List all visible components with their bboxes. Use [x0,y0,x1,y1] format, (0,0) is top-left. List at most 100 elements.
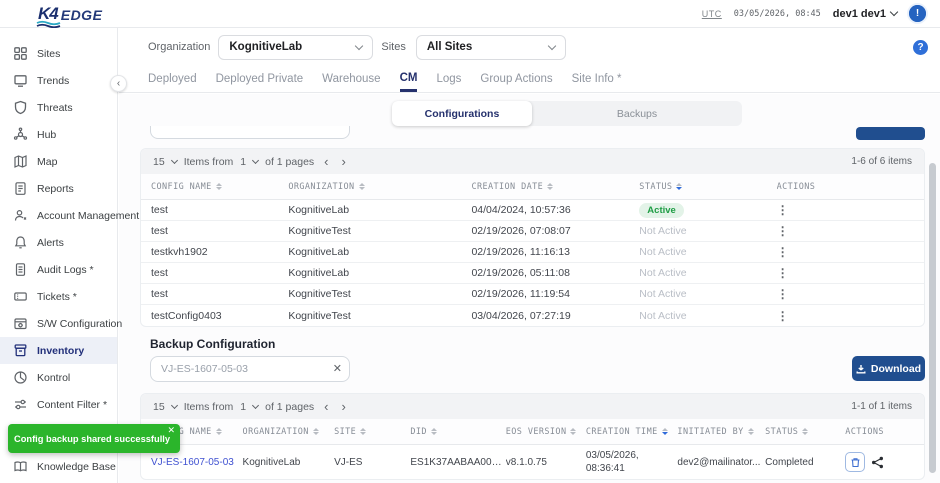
row-actions-menu-icon[interactable]: ⋮ [777,224,789,238]
organization-select[interactable]: KognitiveLab [218,35,373,60]
column-header-status[interactable]: STATUS [639,182,776,192]
cell-status: Not Active [639,246,776,258]
column-header-organization[interactable]: ORGANIZATION [243,427,335,437]
sidebar-item-trends[interactable]: Trends [0,67,117,94]
backup-search: ✕ [150,356,350,382]
vertical-scrollbar[interactable] [929,163,936,473]
chevron-down-icon[interactable] [252,157,259,164]
page-number-value[interactable]: 1 [240,156,246,168]
items-from-label: Items from [184,401,234,413]
sidebar-item-knowledge-base[interactable]: Knowledge Base [0,453,117,480]
tab-group-actions[interactable]: Group Actions [480,66,552,92]
next-page-button[interactable]: › [339,400,349,413]
column-header-creation-time[interactable]: CREATION TIME [586,427,678,437]
sidebar-item-sites[interactable]: Sites [0,40,117,67]
cell-config-name: testkvh1902 [151,246,288,258]
sidebar-item-kontrol[interactable]: Kontrol [0,364,117,391]
column-header-organization[interactable]: ORGANIZATION [288,182,471,192]
share-icon[interactable] [871,456,884,469]
tab-deployed-private[interactable]: Deployed Private [216,66,304,92]
sites-value: All Sites [427,41,472,53]
app-window: K4 EDGE UTC 03/05/2026, 08:45 dev1 dev1 … [0,0,940,483]
column-header-site[interactable]: SITE [334,427,410,437]
column-header-initiated-by[interactable]: INITIATED BY [677,427,765,437]
table-row[interactable]: testkvh1902 KognitiveLab 02/19/2026, 11:… [141,242,924,263]
download-button[interactable]: Download [852,356,925,381]
row-actions-menu-icon[interactable]: ⋮ [777,309,789,323]
row-actions-menu-icon[interactable]: ⋮ [777,287,789,301]
page-size-value[interactable]: 15 [153,156,165,168]
sidebar-item-hub[interactable]: Hub [0,121,117,148]
cell-status: Not Active [639,288,776,300]
backup-search-input[interactable] [150,356,350,382]
column-header-eos-version[interactable]: EOS VERSION [506,427,586,437]
cell-creation-date: 02/19/2026, 11:16:13 [471,246,639,258]
page-size-value[interactable]: 15 [153,401,165,413]
sidebar-item-content-filter[interactable]: Content Filter * [0,391,117,418]
table-row[interactable]: test KognitiveTest 02/19/2026, 07:08:07 … [141,221,924,242]
row-actions-menu-icon[interactable]: ⋮ [777,203,789,217]
chevron-down-icon[interactable] [171,402,178,409]
chevron-down-icon[interactable] [171,157,178,164]
subtab-configurations[interactable]: Configurations [392,101,532,126]
close-icon[interactable]: ✕ [167,425,175,436]
audit-log-icon [13,262,28,277]
table-row[interactable]: test KognitiveTest 02/19/2026, 11:19:54 … [141,284,924,305]
table-row[interactable]: test KognitiveLab 02/19/2026, 05:11:08 N… [141,263,924,284]
sidebar-item-threats[interactable]: Threats [0,94,117,121]
sidebar-item-sw-configuration[interactable]: S/W Configuration [0,310,117,337]
subtab-backups[interactable]: Backups [532,101,742,126]
clear-search-icon[interactable]: ✕ [333,362,342,375]
sidebar-item-audit-logs[interactable]: Audit Logs * [0,256,117,283]
tab-cm[interactable]: CM [400,66,418,92]
table-row[interactable]: VJ-ES-1607-05-03 KognitiveLab VJ-ES ES1K… [141,445,924,479]
column-header-did[interactable]: DID [410,427,505,437]
backup-table-header: CONFIG NAME ORGANIZATION SITE DID EOS VE… [141,419,924,445]
sidebar-item-map[interactable]: Map [0,148,117,175]
sidebar-item-reports[interactable]: Reports [0,175,117,202]
sidebar-item-tickets[interactable]: Tickets * [0,283,117,310]
sort-icon [360,428,366,435]
tab-site-info[interactable]: Site Info * [572,66,622,92]
table-row[interactable]: testConfig0403 KognitiveTest 03/04/2026,… [141,305,924,326]
cell-organization: KognitiveTest [288,310,471,322]
of-pages-label: of 1 pages [265,401,314,413]
upload-button-cutoff[interactable] [856,127,925,140]
column-header-config-name[interactable]: CONFIG NAME [151,182,288,192]
user-menu[interactable]: dev1 dev1 [833,8,897,20]
column-header-creation-date[interactable]: CREATION DATE [471,182,639,192]
table-row[interactable]: test KognitiveLab 04/04/2024, 10:57:36 A… [141,200,924,221]
tab-deployed[interactable]: Deployed [148,66,197,92]
chevron-down-icon[interactable] [252,402,259,409]
report-document-icon [13,181,28,196]
prev-page-button[interactable]: ‹ [321,155,331,168]
k4edge-logo: K4 EDGE [38,4,102,24]
sidebar-collapse-button[interactable]: ‹ [110,75,127,92]
column-header-status[interactable]: STATUS [765,427,845,437]
help-icon[interactable]: ? [913,40,928,55]
configurations-table-header: CONFIG NAME ORGANIZATION CREATION DATE S… [141,174,924,200]
admin-badge-icon[interactable]: ! [909,5,926,22]
cell-organization: KognitiveLab [288,246,471,258]
tab-logs[interactable]: Logs [436,66,461,92]
logo-edge-text: EDGE [61,7,103,24]
page-number-value[interactable]: 1 [240,401,246,413]
prev-page-button[interactable]: ‹ [321,400,331,413]
sidebar-item-inventory[interactable]: Inventory [0,337,117,364]
cell-config-name-link[interactable]: VJ-ES-1607-05-03 [151,456,243,469]
tab-warehouse[interactable]: Warehouse [322,66,380,92]
sidebar-item-alerts[interactable]: Alerts [0,229,117,256]
configurations-card: 15 Items from 1 of 1 pages ‹ › 1-6 of 6 … [140,148,925,327]
sort-icon [313,428,319,435]
utc-toggle[interactable]: UTC [702,9,722,19]
row-actions-menu-icon[interactable]: ⋮ [777,245,789,259]
sidebar-item-account-management[interactable]: Account Management [0,202,117,229]
download-label: Download [871,363,921,375]
sites-select[interactable]: All Sites [416,35,566,60]
delete-backup-button[interactable] [845,452,865,472]
next-page-button[interactable]: › [339,155,349,168]
config-search-input-cutoff[interactable] [150,113,350,139]
chevron-down-icon [355,42,363,50]
sidebar-label: Audit Logs * [37,264,94,276]
row-actions-menu-icon[interactable]: ⋮ [777,266,789,280]
